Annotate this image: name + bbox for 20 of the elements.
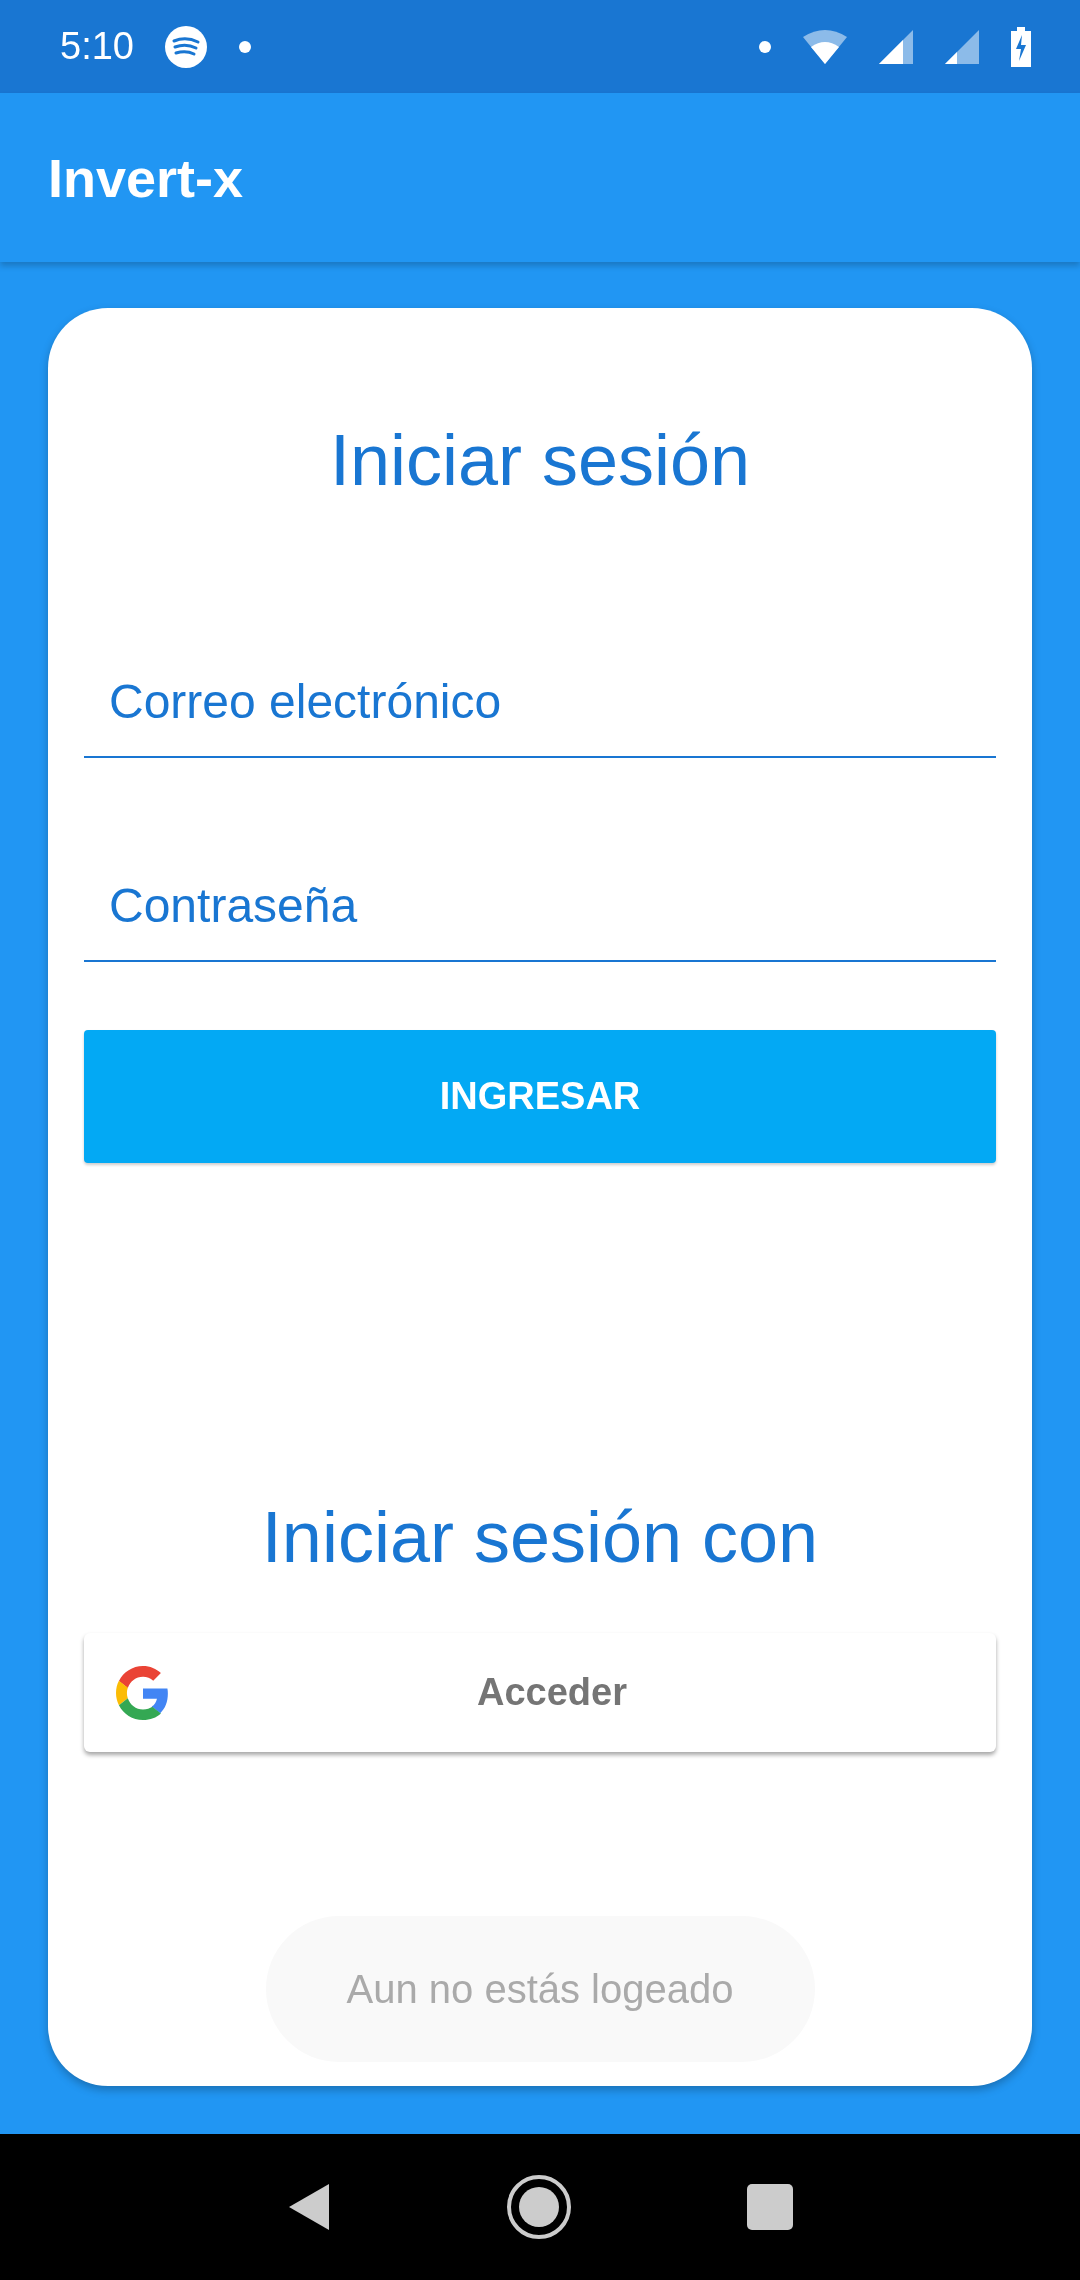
notification-dot-icon: [758, 39, 772, 54]
social-login-heading: Iniciar sesión con: [260, 1496, 820, 1579]
signal-icon: [878, 28, 914, 65]
input-field[interactable]: Correo electrónico: [84, 646, 996, 758]
notification-dot-icon: [237, 39, 252, 54]
status-message: Aun no estás logeado: [346, 1966, 734, 2012]
login-button[interactable]: INGRESAR: [84, 1030, 996, 1163]
back-icon[interactable]: [287, 2182, 332, 2232]
battery-charging-icon: [1010, 26, 1032, 67]
signal-icon: [944, 28, 980, 65]
status-time: 5:10: [60, 25, 134, 68]
app-title: Invert-x: [48, 146, 244, 209]
login-heading: Iniciar sesión: [328, 419, 752, 502]
music-app-icon: [163, 24, 208, 69]
wifi-icon: [802, 28, 848, 65]
google-logo-icon: [116, 1665, 170, 1720]
google-sign-in-button[interactable]: Acceder: [84, 1633, 996, 1752]
home-icon[interactable]: [506, 2174, 572, 2240]
input-field[interactable]: Contraseña: [84, 850, 996, 962]
recent-apps-icon[interactable]: [746, 2184, 793, 2230]
